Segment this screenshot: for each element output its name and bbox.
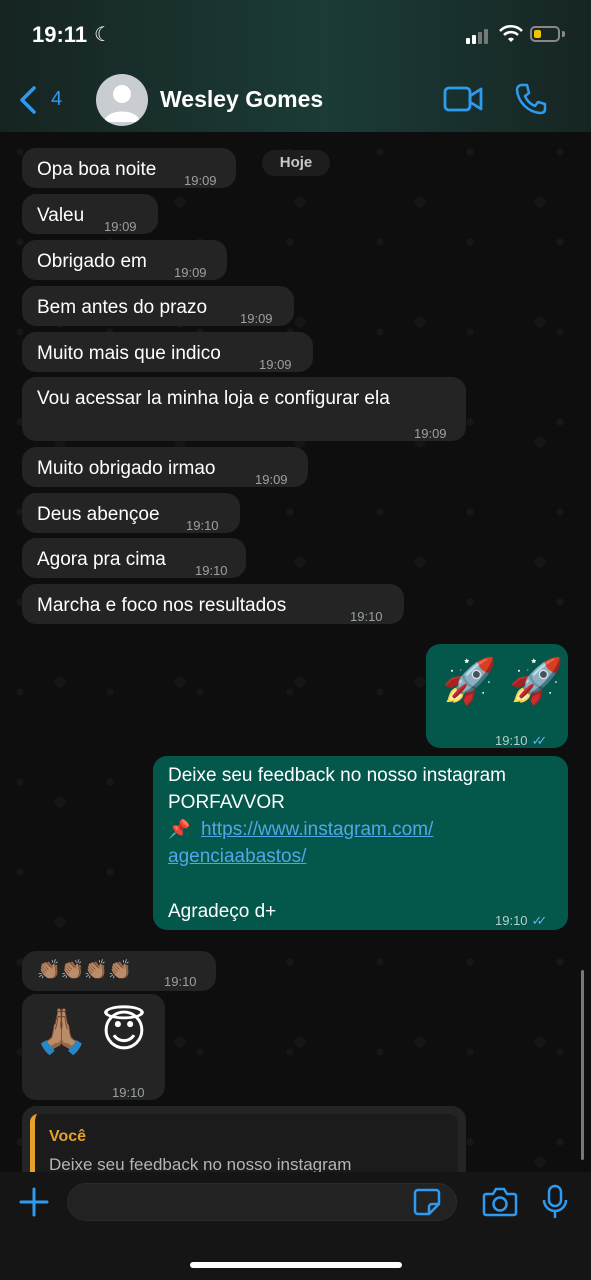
video-call-icon[interactable] — [443, 84, 483, 114]
message-bubble-outgoing[interactable]: 🚀 🚀 19:10 ✓✓ — [426, 644, 568, 748]
message-time: 19:10 ✓✓ — [495, 908, 548, 933]
message-time: 19:10 — [164, 974, 197, 989]
message-text: Marcha e foco nos resultados — [37, 595, 287, 616]
message-bubble-incoming[interactable]: Bem antes do prazo 19:09 — [22, 286, 294, 326]
quote-author: Você — [49, 1128, 87, 1145]
battery-level — [534, 30, 541, 38]
message-text: Muito obrigado irmao — [37, 458, 216, 479]
back-chevron-icon[interactable] — [16, 84, 40, 116]
plus-icon[interactable] — [18, 1186, 50, 1218]
message-bubble-incoming[interactable]: 👏🏽👏🏽👏🏽👏🏽 19:10 — [22, 951, 216, 991]
battery-tip — [562, 31, 565, 37]
message-time: 19:09 — [255, 472, 288, 487]
message-text: Deus abençoe — [37, 504, 160, 525]
instagram-link-continued[interactable]: agenciaabastos/ — [168, 844, 306, 869]
message-bubble-incoming[interactable]: Agora pra cima 19:10 — [22, 538, 246, 578]
message-time: 19:09 — [240, 311, 273, 326]
unread-count[interactable]: 4 — [51, 88, 62, 111]
message-bubble-incoming[interactable]: 🙏🏽 😇 19:10 — [22, 994, 165, 1100]
microphone-icon[interactable] — [541, 1184, 569, 1220]
moon-icon: ☾ — [94, 24, 112, 46]
read-receipt-icon: ✓✓ — [531, 913, 548, 928]
message-line: PORFAVVOR — [168, 792, 285, 813]
signal-icon — [466, 28, 492, 44]
message-emoji: 🙏🏽 😇 — [34, 1007, 147, 1056]
pin-emoji: 📌 — [168, 819, 191, 839]
message-text: Agora pra cima — [37, 549, 166, 570]
chat-header: 19:11 ☾ 4 Wesley Gomes — [0, 0, 591, 132]
avatar-placeholder-icon — [104, 85, 140, 122]
message-bubble-incoming[interactable]: Vou acessar la minha loja e configurar e… — [22, 377, 466, 441]
message-text: Vou acessar la minha loja e configurar e… — [37, 388, 390, 409]
message-bubble-incoming[interactable]: Valeu 19:09 — [22, 194, 158, 234]
message-time: 19:10 — [186, 518, 219, 533]
message-text: Muito mais que indico — [37, 343, 221, 364]
message-bubble-incoming[interactable]: Muito obrigado irmao 19:09 — [22, 447, 308, 487]
message-time: 19:10 — [112, 1085, 145, 1100]
message-text: Obrigado em — [37, 251, 147, 272]
message-emoji: 👏🏽👏🏽👏🏽👏🏽 — [37, 960, 132, 981]
message-bubble-incoming[interactable]: Marcha e foco nos resultados 19:10 — [22, 584, 404, 624]
message-text: Valeu — [37, 205, 85, 226]
message-time: 19:09 — [414, 426, 447, 441]
message-line: Agradeço d+ — [168, 901, 277, 922]
battery-icon — [530, 26, 560, 42]
wifi-icon — [499, 24, 523, 42]
message-time: 19:10 — [195, 563, 228, 578]
message-bubble-incoming[interactable]: Muito mais que indico 19:09 — [22, 332, 313, 372]
camera-icon[interactable] — [482, 1186, 518, 1218]
message-time: 19:09 — [184, 173, 217, 188]
message-bubble-outgoing[interactable]: Deixe seu feedback no nosso instagram PO… — [153, 756, 568, 930]
message-bubble-incoming[interactable]: Obrigado em 19:09 — [22, 240, 227, 280]
contact-name[interactable]: Wesley Gomes — [160, 86, 323, 113]
message-time: 19:10 ✓✓ — [495, 728, 548, 753]
read-receipt-icon: ✓✓ — [531, 733, 548, 748]
home-indicator[interactable] — [190, 1262, 402, 1268]
date-divider: Hoje — [262, 150, 330, 176]
message-bubble-incoming[interactable]: Deus abençoe 19:10 — [22, 493, 240, 533]
message-bubble-incoming[interactable]: Opa boa noite 19:09 — [22, 148, 236, 188]
instagram-link[interactable]: https://www.instagram.com/ — [201, 817, 433, 842]
message-emoji: 🚀 🚀 — [442, 657, 564, 706]
message-time: 19:10 — [350, 609, 383, 624]
message-text: Bem antes do prazo — [37, 297, 208, 318]
scrollbar[interactable] — [581, 970, 584, 1160]
sticker-icon[interactable] — [412, 1187, 442, 1217]
message-time: 19:09 — [174, 265, 207, 280]
message-line: Deixe seu feedback no nosso instagram — [168, 765, 506, 786]
message-time-value: 19:10 — [495, 913, 528, 928]
message-text: Opa boa noite — [37, 159, 157, 180]
avatar[interactable] — [96, 74, 148, 126]
status-time: 19:11 — [32, 22, 88, 47]
message-time: 19:09 — [259, 357, 292, 372]
phone-call-icon[interactable] — [514, 82, 548, 116]
message-time: 19:09 — [104, 219, 137, 234]
message-input[interactable] — [67, 1183, 457, 1221]
message-time-value: 19:10 — [495, 733, 528, 748]
